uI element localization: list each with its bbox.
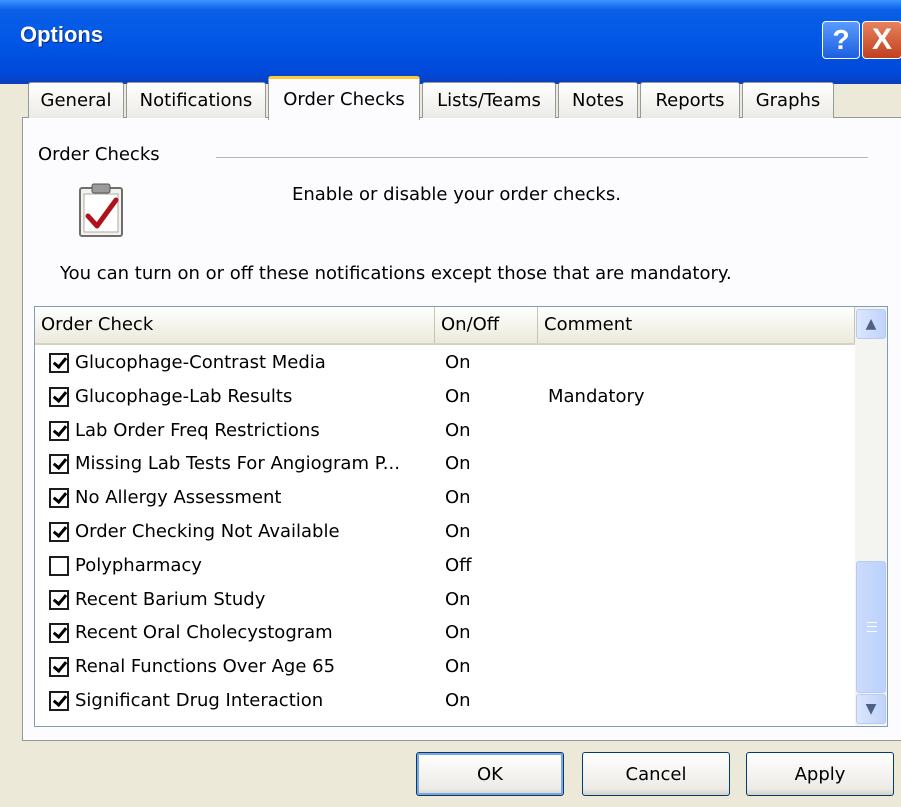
tab-lists-teams[interactable]: Lists/Teams <box>422 82 556 118</box>
on-off-value: On <box>445 656 471 678</box>
order-check-name: Renal Functions Over Age 65 <box>75 656 336 678</box>
on-off-value: On <box>445 622 471 644</box>
close-icon: X <box>871 23 892 56</box>
column-label: On/Off <box>441 314 500 335</box>
button-label: OK <box>477 763 503 785</box>
on-off-value: On <box>445 352 471 373</box>
list-item[interactable]: Glucophage-Lab Results On Mandatory <box>35 381 855 414</box>
on-off-value: On <box>445 521 471 542</box>
tab-label: Lists/Teams <box>437 90 541 111</box>
chevron-up-icon: ▲ <box>865 316 877 332</box>
on-off-value: On <box>445 385 471 407</box>
row-checkbox[interactable] <box>49 522 69 542</box>
panel-info-text: You can turn on or off these notificatio… <box>60 263 732 284</box>
column-header-order-check[interactable]: Order Check <box>35 307 435 343</box>
on-off-value: On <box>445 690 471 711</box>
list-item[interactable]: No Allergy Assessment On <box>35 482 855 515</box>
on-off-value: Off <box>445 554 472 576</box>
cancel-button[interactable]: Cancel <box>582 752 730 796</box>
panel-description: Enable or disable your order checks. <box>292 184 621 205</box>
tab-notes[interactable]: Notes <box>558 82 638 118</box>
window-title: Options <box>20 22 104 47</box>
button-label: Cancel <box>625 763 687 785</box>
tab-label: Reports <box>655 90 725 111</box>
tab-reports[interactable]: Reports <box>640 82 740 118</box>
order-check-name: Glucophage-Lab Results <box>75 385 293 407</box>
scroll-thumb[interactable] <box>856 561 886 693</box>
on-off-value: On <box>445 419 471 441</box>
tab-graphs[interactable]: Graphs <box>742 82 834 118</box>
column-label: Comment <box>544 314 633 335</box>
row-checkbox[interactable] <box>49 691 69 711</box>
tab-label: Notes <box>572 90 624 111</box>
row-checkbox[interactable] <box>49 454 69 475</box>
row-checkbox[interactable] <box>49 488 69 509</box>
list-item[interactable]: Glucophage-Contrast Media On <box>35 347 855 380</box>
order-check-name: Glucophage-Contrast Media <box>75 352 326 373</box>
list-item[interactable]: Recent Barium Study On <box>35 584 855 617</box>
list-item[interactable]: Recent Oral Cholecystogram On <box>35 617 855 650</box>
row-checkbox[interactable] <box>49 555 69 576</box>
on-off-value: On <box>445 487 471 509</box>
tab-order-checks[interactable]: Order Checks <box>268 76 420 120</box>
order-check-name: Polypharmacy <box>75 554 202 576</box>
title-bar[interactable]: Options ? X <box>0 0 901 84</box>
close-button[interactable]: X <box>862 21 901 59</box>
button-label: Apply <box>794 763 846 785</box>
row-checkbox[interactable] <box>49 657 69 678</box>
on-off-value: On <box>445 588 471 610</box>
column-label: Order Check <box>41 314 154 335</box>
vertical-scrollbar[interactable]: ▲ ▼ <box>855 307 887 726</box>
row-checkbox[interactable] <box>49 589 69 610</box>
order-check-list[interactable]: Order Check On/Off Comment Glucophage-Co… <box>34 306 888 727</box>
row-checkbox[interactable] <box>49 623 69 644</box>
list-item[interactable]: Lab Order Freq Restrictions On <box>35 415 855 448</box>
chevron-down-icon: ▼ <box>865 701 877 717</box>
list-header: Order Check On/Off Comment <box>35 307 855 345</box>
list-item[interactable]: Missing Lab Tests For Angiogram P... On <box>35 448 855 481</box>
clipboard-check-icon <box>79 183 123 237</box>
tab-label: Graphs <box>755 90 821 111</box>
ok-button[interactable]: OK <box>416 752 564 796</box>
order-check-name: Recent Oral Cholecystogram <box>75 622 333 644</box>
scroll-up-button[interactable]: ▲ <box>856 309 886 339</box>
order-check-name: Lab Order Freq Restrictions <box>75 419 320 441</box>
group-divider <box>216 157 868 158</box>
order-check-name: Missing Lab Tests For Angiogram P... <box>75 453 400 475</box>
help-button[interactable]: ? <box>822 21 860 59</box>
list-item[interactable]: Significant Drug Interaction On <box>35 685 855 718</box>
row-checkbox[interactable] <box>49 386 69 407</box>
grip-icon <box>867 622 877 632</box>
list-item[interactable]: Order Checking Not Available On <box>35 516 855 549</box>
help-icon: ? <box>832 24 850 55</box>
scroll-down-button[interactable]: ▼ <box>856 694 886 724</box>
row-checkbox[interactable] <box>49 420 69 441</box>
order-check-name: Order Checking Not Available <box>75 521 340 542</box>
tab-label: Notifications <box>139 90 253 111</box>
column-header-comment[interactable]: Comment <box>538 307 855 343</box>
tab-label: General <box>40 90 112 111</box>
tab-label: Order Checks <box>283 89 405 110</box>
group-label: Order Checks <box>38 144 160 165</box>
comment-value: Mandatory <box>548 385 645 407</box>
order-check-name: No Allergy Assessment <box>75 487 282 509</box>
column-header-on-off[interactable]: On/Off <box>435 307 538 343</box>
order-check-name: Significant Drug Interaction <box>75 690 324 711</box>
tab-notifications[interactable]: Notifications <box>126 82 266 118</box>
order-check-name: Recent Barium Study <box>75 588 266 610</box>
list-item[interactable]: Renal Functions Over Age 65 On <box>35 651 855 684</box>
row-checkbox[interactable] <box>49 353 69 373</box>
list-item[interactable]: Polypharmacy Off <box>35 550 855 583</box>
tab-general[interactable]: General <box>28 82 124 118</box>
apply-button[interactable]: Apply <box>746 752 894 796</box>
on-off-value: On <box>445 453 471 475</box>
